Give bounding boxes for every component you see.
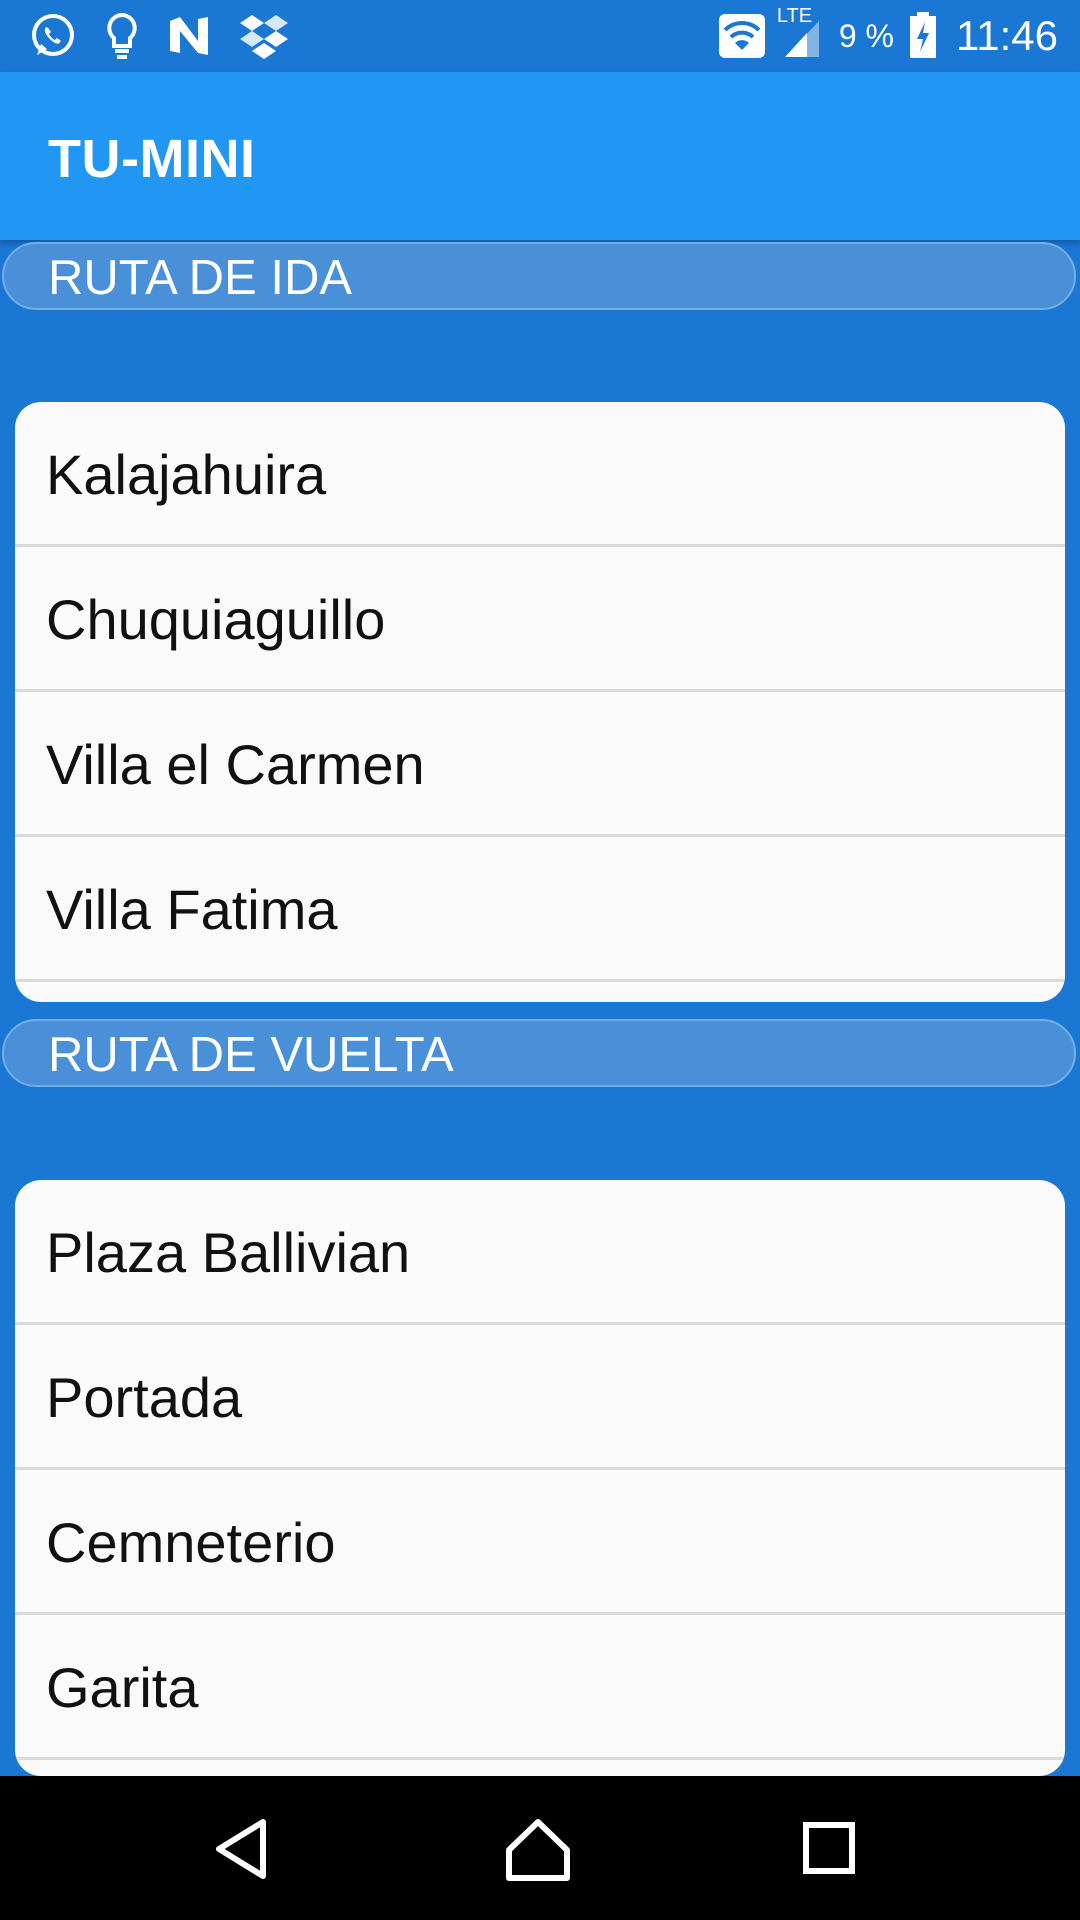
notification-icons [28,10,290,62]
route-list-ida: Kalajahuira Chuquiaguillo Villa el Carme… [15,402,1065,1002]
list-item-label: Chuquiaguillo [46,588,386,651]
clock: 11:46 [956,12,1058,59]
list-item-label: Villa Fatima [46,878,338,941]
list-item[interactable]: Portada [15,1325,1065,1470]
section-label: RUTA DE IDA [48,251,353,305]
list-item[interactable]: Kalajahuira [15,402,1065,547]
list-item[interactable]: Garita [15,1615,1065,1760]
section-header-ruta-de-ida: RUTA DE IDA [2,242,1076,310]
wifi-icon [718,14,765,58]
recents-button[interactable] [795,1814,865,1884]
dropbox-like-icon [238,11,290,61]
list-item-label: Plaza Ballivian [46,1221,411,1284]
whatsapp-icon [28,11,78,61]
list-item[interactable]: Villa el Carmen [15,692,1065,837]
list-item[interactable]: Cemneterio [15,1470,1065,1615]
list-item-label: Villa el Carmen [46,733,425,796]
route-list-vuelta: Plaza Ballivian Portada Cemneterio Garit… [15,1180,1065,1776]
home-icon [503,1819,573,1888]
status-bar: LTE 9 % 11:46 [0,0,1080,72]
signal-icon: LTE [777,5,825,61]
app-title: TU-MINI [48,129,256,189]
recents-icon [795,1822,865,1888]
n-app-icon [166,13,212,59]
battery-charging-icon [908,12,938,60]
list-item-label: Garita [46,1656,199,1719]
lightbulb-icon [104,11,140,61]
list-item[interactable]: Villa Fatima [15,837,1065,982]
back-button[interactable] [207,1814,277,1884]
back-icon [207,1819,277,1888]
system-indicators: LTE 9 % 11:46 [718,0,1058,72]
home-button[interactable] [503,1814,573,1884]
network-type-label: LTE [776,5,813,27]
section-header-ruta-de-vuelta: RUTA DE VUELTA [2,1019,1076,1087]
list-item[interactable]: Chuquiaguillo [15,547,1065,692]
list-item-label: Cemneterio [46,1511,336,1574]
section-label: RUTA DE VUELTA [48,1028,454,1082]
battery-percent: 9 % [838,17,894,54]
list-item-label: Portada [46,1366,243,1429]
list-item[interactable]: Plaza Ballivian [15,1180,1065,1325]
navigation-bar [0,1776,1080,1920]
app-bar: TU-MINI [0,72,1080,240]
list-item-label: Kalajahuira [46,443,327,506]
